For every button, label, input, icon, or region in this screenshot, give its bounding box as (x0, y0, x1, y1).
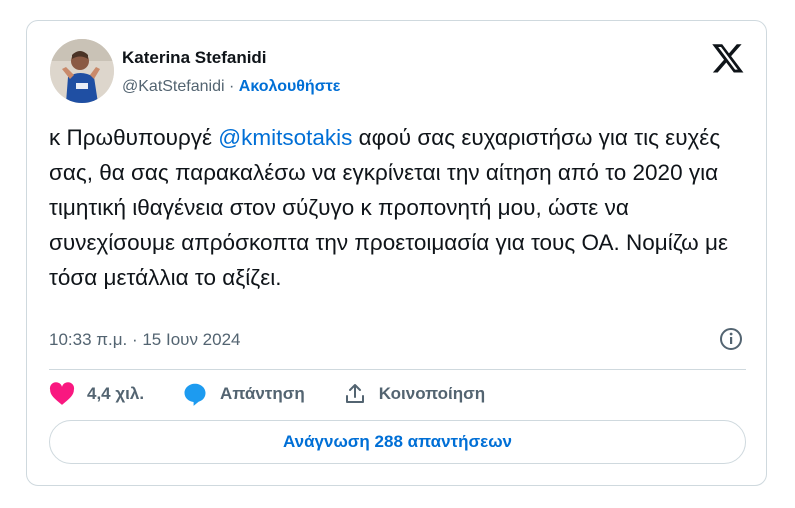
tweet-text-start: κ Πρωθυπουργέ (49, 125, 219, 150)
tweet-text: κ Πρωθυπουργέ @kmitsotakis αφού σας ευχα… (49, 120, 749, 295)
like-button[interactable]: 4,4 χιλ. (49, 382, 144, 406)
avatar[interactable] (50, 39, 114, 103)
tweet-timestamp[interactable]: 10:33 π.μ. · 15 Ιουν 2024 (49, 330, 241, 350)
share-label: Κοινοποίηση (378, 384, 486, 403)
reply-label: Απάντηση (220, 384, 305, 403)
author-handle[interactable]: @KatStefanidi (122, 78, 225, 95)
reply-button[interactable]: Απάντηση (182, 381, 305, 407)
read-replies-button[interactable]: Ανάγνωση 288 απαντήσεων (49, 420, 746, 464)
follow-button[interactable]: Ακολουθήστε (239, 78, 341, 95)
heart-icon (49, 382, 75, 405)
author-meta: @KatStefanidi · Ακολουθήστε (122, 78, 340, 96)
divider (49, 369, 746, 370)
share-button[interactable]: Κοινοποίηση (343, 382, 485, 406)
x-logo-icon[interactable] (711, 41, 745, 75)
author-name[interactable]: Katerina Stefanidi (122, 48, 267, 68)
reply-bubble-icon (184, 383, 206, 406)
action-bar: 4,4 χιλ. Απάντηση Κοινοποίηση (49, 379, 523, 409)
tweet-card: Katerina Stefanidi @KatStefanidi · Ακολο… (26, 20, 767, 486)
like-count: 4,4 χιλ. (87, 384, 145, 403)
mention-link[interactable]: @kmitsotakis (218, 125, 352, 150)
info-icon[interactable] (718, 326, 744, 352)
meta-separator: · (228, 78, 235, 95)
share-icon (345, 384, 364, 403)
